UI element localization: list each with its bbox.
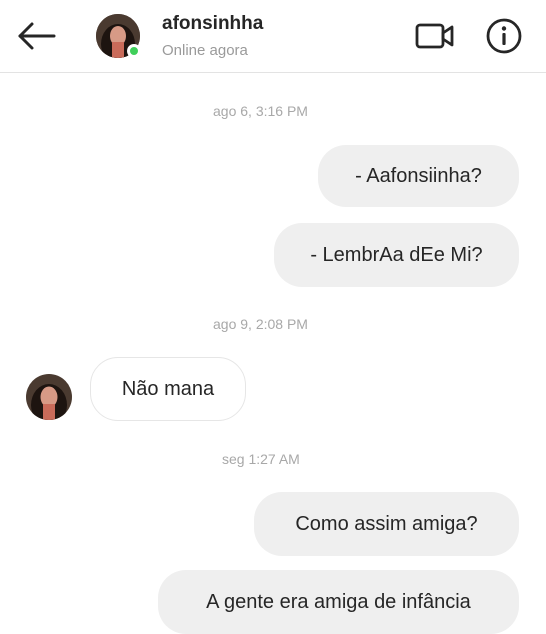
online-status-text: Online agora (162, 42, 248, 59)
arrow-left-icon (18, 22, 56, 50)
avatar (26, 374, 72, 420)
video-camera-icon (415, 23, 454, 49)
online-status-dot (127, 44, 141, 58)
chat-header: afonsinhha Online agora (0, 0, 546, 73)
chat-username[interactable]: afonsinhha (162, 13, 263, 35)
message-timestamp: ago 6, 3:16 PM (213, 103, 308, 119)
received-message-bubble[interactable]: Não mana (90, 357, 246, 421)
header-avatar[interactable] (96, 14, 141, 58)
sent-message-bubble[interactable]: Como assim amiga? (254, 492, 519, 556)
message-text: A gente era amiga de infância (206, 590, 471, 613)
info-button[interactable] (484, 16, 524, 56)
video-call-button[interactable] (414, 18, 458, 54)
message-text: Como assim amiga? (295, 512, 478, 535)
sent-message-bubble[interactable]: - Aafonsiinha? (318, 145, 519, 207)
message-timestamp: seg 1:27 AM (222, 451, 300, 467)
sender-avatar[interactable] (26, 374, 72, 420)
info-icon (486, 18, 522, 54)
sent-message-bubble[interactable]: - LembrAa dEe Mi? (274, 223, 519, 287)
message-timestamp: ago 9, 2:08 PM (213, 316, 308, 332)
message-text: - LembrAa dEe Mi? (310, 243, 483, 266)
sent-message-bubble[interactable]: A gente era amiga de infância (158, 570, 519, 634)
back-button[interactable] (14, 18, 58, 54)
message-text: Não mana (121, 377, 215, 400)
message-text: - Aafonsiinha? (355, 164, 482, 187)
